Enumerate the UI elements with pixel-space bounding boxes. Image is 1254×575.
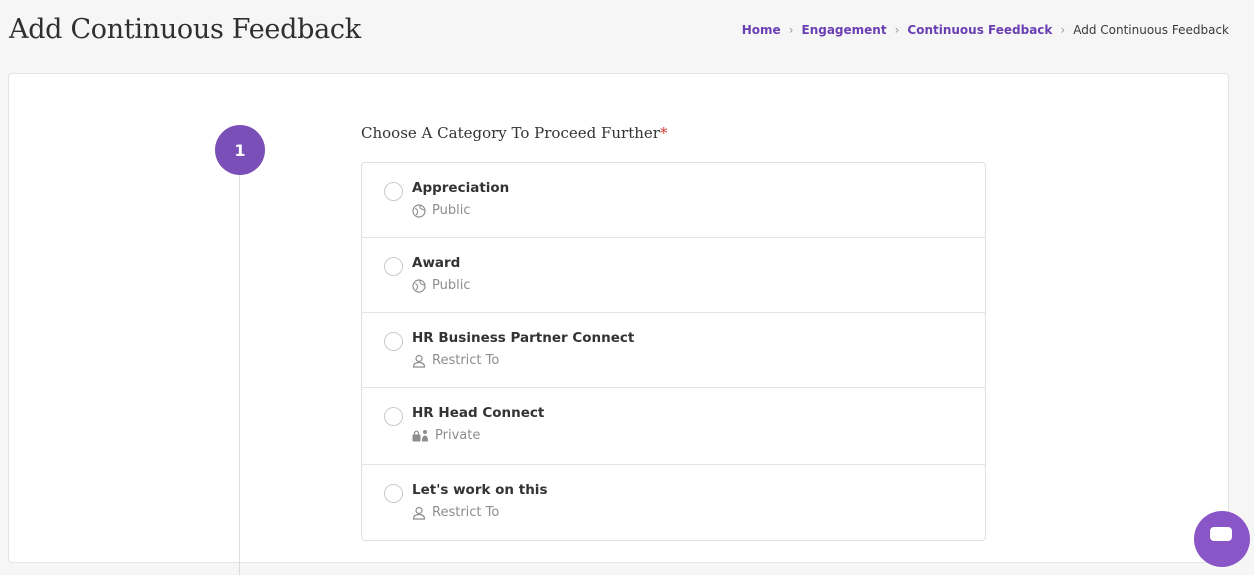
globe-icon [412, 203, 426, 218]
form-card: 1 Choose A Category To Proceed Further* … [8, 73, 1229, 575]
globe-icon [412, 278, 426, 293]
category-label-text: Choose A Category To Proceed Further [361, 124, 660, 142]
chat-button[interactable] [1194, 511, 1250, 567]
page-title: Add Continuous Feedback [9, 14, 361, 45]
required-asterisk: * [659, 124, 668, 142]
category-option-hr-business-partner-connect[interactable]: HR Business Partner Connect Restrict To [362, 313, 985, 388]
category-option-hr-head-connect[interactable]: HR Head Connect Private [362, 388, 985, 465]
private-lock-icon [412, 429, 429, 443]
step-indicator: 1 [215, 125, 265, 175]
category-radio[interactable] [384, 257, 403, 276]
chevron-right-icon: › [1060, 23, 1066, 37]
category-section-label: Choose A Category To Proceed Further* [361, 124, 667, 142]
breadcrumb-engagement[interactable]: Engagement [802, 23, 887, 37]
category-option-lets-work-on-this[interactable]: Let's work on this Restrict To [362, 465, 985, 540]
category-visibility: Private [412, 428, 480, 443]
category-title: Let's work on this [412, 482, 548, 498]
category-option-award[interactable]: Award Public [362, 238, 985, 313]
step-number: 1 [234, 140, 246, 160]
category-radio[interactable] [384, 332, 403, 351]
breadcrumb-current: Add Continuous Feedback [1073, 23, 1229, 37]
chevron-right-icon: › [788, 23, 794, 37]
category-visibility: Restrict To [412, 505, 499, 520]
category-visibility-label: Public [432, 278, 471, 293]
category-title: Award [412, 255, 461, 271]
category-radio[interactable] [384, 182, 403, 201]
category-visibility-label: Private [435, 428, 481, 443]
category-visibility: Restrict To [412, 353, 499, 368]
category-title: HR Head Connect [412, 405, 545, 421]
category-option-list: Appreciation Public Award Public HR Busi… [361, 162, 986, 541]
category-title: Appreciation [412, 180, 510, 196]
category-visibility: Public [412, 203, 470, 218]
breadcrumb-home[interactable]: Home [742, 23, 781, 37]
category-radio[interactable] [384, 407, 403, 426]
category-title: HR Business Partner Connect [412, 330, 635, 346]
category-visibility-label: Restrict To [432, 353, 500, 368]
chat-icon [1210, 527, 1232, 541]
category-visibility: Public [412, 278, 470, 293]
chevron-right-icon: › [894, 23, 900, 37]
user-icon [412, 506, 426, 520]
page-header: Add Continuous Feedback Home › Engagemen… [0, 0, 1254, 66]
breadcrumb-continuous-feedback[interactable]: Continuous Feedback [907, 23, 1052, 37]
category-radio[interactable] [384, 484, 403, 503]
category-visibility-label: Restrict To [432, 505, 500, 520]
step-connector-line [239, 175, 240, 575]
category-visibility-label: Public [432, 203, 471, 218]
category-option-appreciation[interactable]: Appreciation Public [362, 163, 985, 238]
user-icon [412, 354, 426, 368]
breadcrumb: Home › Engagement › Continuous Feedback … [742, 23, 1229, 37]
